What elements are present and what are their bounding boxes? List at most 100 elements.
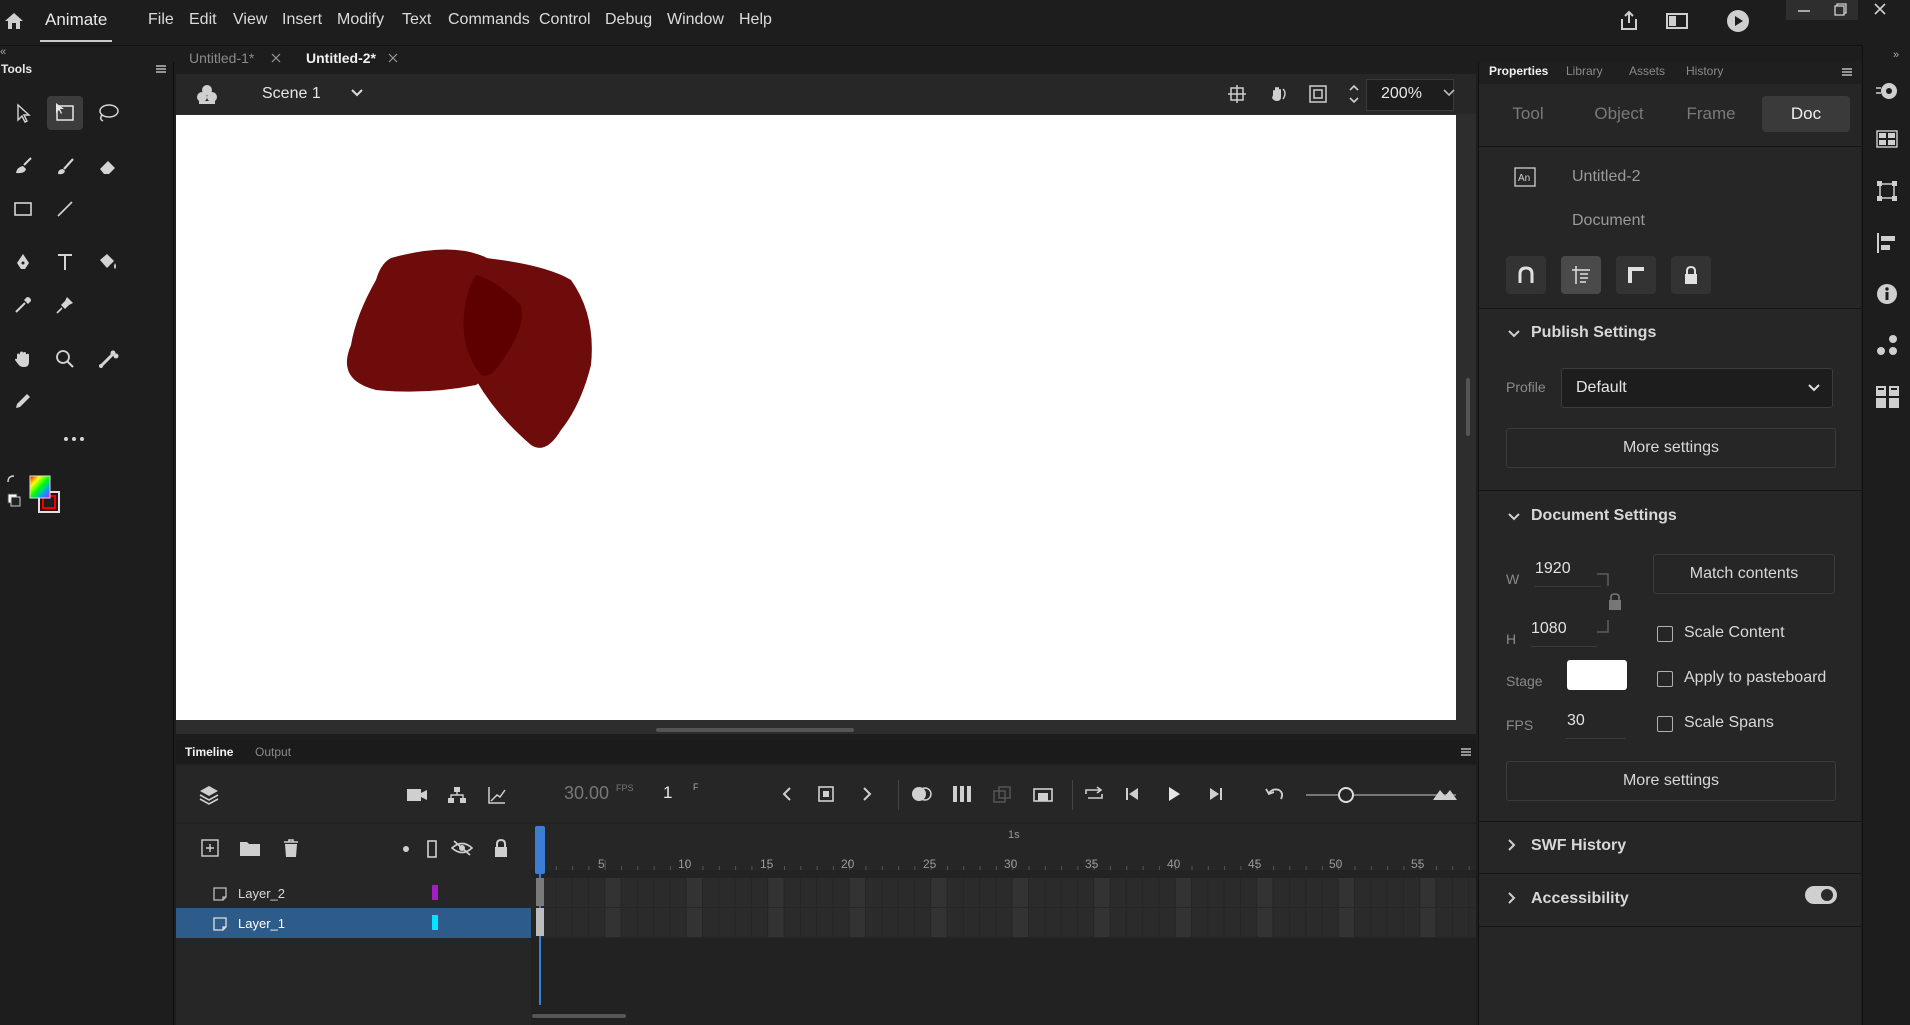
- frame-cell[interactable]: [686, 908, 702, 937]
- chevron-right-icon[interactable]: [1507, 838, 1517, 852]
- frame-cell[interactable]: [1208, 908, 1224, 937]
- menu-help[interactable]: Help: [739, 11, 772, 29]
- free-transform-tool[interactable]: [47, 96, 83, 130]
- frame-cell[interactable]: [849, 878, 865, 907]
- frame-cell[interactable]: [1143, 908, 1159, 937]
- frame-cell[interactable]: [1355, 878, 1371, 907]
- frame-cell[interactable]: [1094, 878, 1110, 907]
- minimize-button[interactable]: [1786, 0, 1822, 20]
- frame-cell[interactable]: [996, 878, 1012, 907]
- close-button[interactable]: [1860, 0, 1900, 20]
- restore-button[interactable]: [1822, 0, 1858, 20]
- frame-cell[interactable]: [621, 908, 637, 937]
- frame-cell[interactable]: [1306, 878, 1322, 907]
- tab-properties[interactable]: Properties: [1489, 64, 1548, 78]
- scene-label[interactable]: Scene 1: [262, 85, 321, 103]
- panel-menu-icon[interactable]: [1460, 747, 1472, 757]
- frame-cell[interactable]: [605, 908, 621, 937]
- clip-content-icon[interactable]: [1308, 84, 1328, 104]
- outline-icon[interactable]: [426, 839, 438, 859]
- segment-tool[interactable]: Tool: [1493, 96, 1563, 132]
- frame-cell[interactable]: [1338, 908, 1354, 937]
- edit-multiple-frames-icon[interactable]: [952, 785, 972, 803]
- frame-cell[interactable]: [588, 908, 605, 937]
- swf-history-title[interactable]: SWF History: [1531, 837, 1626, 855]
- frame-cell[interactable]: [1420, 878, 1436, 907]
- timeline-hscroll[interactable]: [532, 1014, 626, 1018]
- insert-keyframe-icon[interactable]: [817, 785, 835, 803]
- paint-brush-tool[interactable]: [47, 149, 83, 183]
- graph-icon[interactable]: [487, 785, 507, 805]
- center-stage-icon[interactable]: [1227, 84, 1247, 104]
- menu-edit[interactable]: Edit: [189, 11, 217, 29]
- height-value[interactable]: 1080: [1531, 620, 1567, 638]
- layer-parenting-icon[interactable]: [447, 785, 467, 805]
- frame-cell[interactable]: [882, 908, 898, 937]
- frame-cell[interactable]: [768, 878, 784, 907]
- layer-color-swatch[interactable]: [432, 915, 438, 930]
- layer-color-swatch[interactable]: [432, 885, 438, 900]
- accessibility-title[interactable]: Accessibility: [1531, 890, 1629, 908]
- play-icon[interactable]: [1166, 786, 1182, 802]
- rotate-stage-icon[interactable]: [1267, 83, 1289, 105]
- frame-cell[interactable]: [898, 878, 914, 907]
- menu-file[interactable]: File: [148, 11, 174, 29]
- layer-row-selected[interactable]: Layer_1: [176, 908, 531, 938]
- frame-cell[interactable]: [1420, 908, 1436, 937]
- frame-cell[interactable]: [735, 878, 751, 907]
- frame-cell[interactable]: [588, 878, 605, 907]
- accessibility-toggle[interactable]: [1805, 886, 1837, 904]
- lasso-tool[interactable]: [90, 96, 126, 130]
- rulers-button[interactable]: [1616, 256, 1656, 294]
- frame-cell[interactable]: [719, 908, 735, 937]
- menu-debug[interactable]: Debug: [605, 11, 652, 29]
- share-icon[interactable]: [1617, 9, 1641, 33]
- frame-cell[interactable]: [931, 878, 947, 907]
- color-swatches[interactable]: [6, 474, 70, 516]
- frame-cell[interactable]: [621, 878, 637, 907]
- document-settings-title[interactable]: Document Settings: [1531, 507, 1677, 525]
- frame-cell[interactable]: [1436, 908, 1452, 937]
- frame-cell[interactable]: [963, 908, 980, 937]
- layer-name[interactable]: Layer_2: [238, 886, 285, 901]
- frame-cell[interactable]: [1175, 878, 1191, 907]
- frame-cell[interactable]: [1355, 908, 1371, 937]
- scale-content-checkbox[interactable]: [1657, 626, 1673, 642]
- frame-cell[interactable]: [1192, 908, 1208, 937]
- stage-vscroll[interactable]: [1466, 378, 1470, 436]
- menu-window[interactable]: Window: [667, 11, 724, 29]
- width-value[interactable]: 1920: [1535, 560, 1571, 578]
- frame-cell[interactable]: [1240, 908, 1257, 937]
- frame-cell[interactable]: [572, 908, 588, 937]
- frame-cell[interactable]: [1143, 878, 1159, 907]
- frame-cell[interactable]: [1094, 908, 1110, 937]
- stage-hscroll[interactable]: [656, 728, 854, 732]
- frame-cell[interactable]: [556, 908, 572, 937]
- frame-cell[interactable]: [1469, 878, 1476, 907]
- frame-cell[interactable]: [800, 878, 817, 907]
- segment-object[interactable]: Object: [1579, 96, 1659, 132]
- frame-cell[interactable]: [1403, 908, 1420, 937]
- menu-modify[interactable]: Modify: [337, 11, 384, 29]
- frame-cell[interactable]: [1273, 878, 1289, 907]
- camera-icon[interactable]: [406, 786, 428, 804]
- menu-control[interactable]: Control: [539, 11, 591, 29]
- frame-cell[interactable]: [1452, 908, 1469, 937]
- frame-cell[interactable]: [1469, 908, 1476, 937]
- menu-view[interactable]: View: [233, 11, 267, 29]
- doc-tab-untitled-2[interactable]: Untitled-2*: [306, 50, 376, 66]
- fps-value[interactable]: 30.00: [564, 783, 609, 804]
- delete-layer-icon[interactable]: [281, 837, 301, 859]
- frame-cell[interactable]: [1289, 908, 1306, 937]
- menu-text[interactable]: Text: [402, 11, 431, 29]
- frame-cell[interactable]: [751, 908, 768, 937]
- zoom-stepper-icon[interactable]: [1347, 81, 1361, 107]
- frame-cell[interactable]: [1257, 878, 1273, 907]
- home-icon[interactable]: [3, 11, 25, 31]
- frame-cell[interactable]: [1289, 878, 1306, 907]
- text-tool[interactable]: [47, 245, 83, 279]
- frame-cell[interactable]: [800, 908, 817, 937]
- frame-cell[interactable]: [1029, 878, 1045, 907]
- frame-cell[interactable]: [1110, 908, 1126, 937]
- frame-cell[interactable]: [735, 908, 751, 937]
